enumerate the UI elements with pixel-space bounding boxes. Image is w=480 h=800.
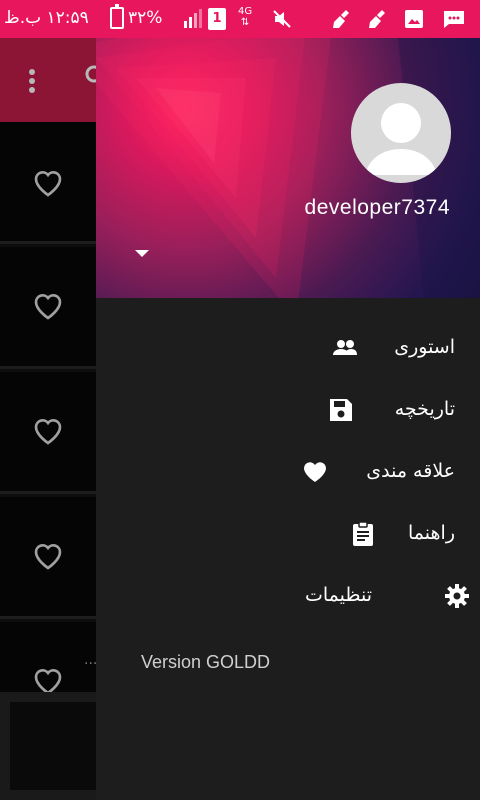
version-label: Version GOLDD [141,652,271,672]
menu-item-settings[interactable]: تنظیمات [96,566,480,628]
menu-item-label: تنظیمات [304,584,372,606]
status-time: ۱۲:۵۹ ب.ظ [4,8,89,28]
heart-icon [304,462,326,482]
cleaner-icon [333,10,349,28]
sim-icon: 1 [208,8,226,30]
navigation-drawer: developer7374 استوری تاریخچه علاقه مندی [96,38,480,800]
mute-icon [273,10,291,28]
list-item[interactable] [0,122,96,244]
menu-item-favorites[interactable]: علاقه مندی [96,442,480,504]
list-item[interactable] [0,247,96,369]
menu-item-label: تاریخچه [394,398,455,420]
message-icon [444,11,464,28]
gear-icon [445,584,469,608]
signal-icon [184,9,202,28]
battery-level: ۳۲% [128,8,163,28]
list-item[interactable] [0,372,96,494]
menu-item-label: استوری [394,336,455,358]
user-icon [365,103,437,175]
username: developer7374 [304,196,450,219]
drawer-header: developer7374 [96,38,480,298]
bottom-thumbnail[interactable] [10,702,96,790]
heart-outline-icon[interactable] [32,168,64,198]
menu-item-story[interactable]: استوری [96,318,480,380]
menu-item-label: راهنما [408,522,455,544]
network-4g-icon: 4G ⇅ [238,6,253,28]
list-item[interactable] [0,622,96,695]
menu-item-guide[interactable]: راهنما [96,504,480,566]
bottom-bar [0,692,96,800]
battery-charging-icon [110,4,124,29]
list-item[interactable] [0,497,96,619]
menu-item-label: علاقه مندی [366,460,455,482]
chevron-down-icon[interactable] [134,248,150,258]
save-icon [330,399,352,421]
gallery-icon [405,10,423,28]
clipboard-icon [353,521,373,546]
people-icon [333,340,357,355]
cleaner-icon [369,10,385,28]
overflow-menu-icon[interactable] [28,68,36,94]
heart-outline-icon[interactable] [32,416,64,446]
avatar[interactable] [351,83,451,183]
heart-outline-icon[interactable] [32,541,64,571]
status-bar: ۱۲:۵۹ ب.ظ ۳۲% 1 4G ⇅ [0,0,480,38]
menu-item-history[interactable]: تاریخچه [96,380,480,442]
heart-outline-icon[interactable] [32,291,64,321]
